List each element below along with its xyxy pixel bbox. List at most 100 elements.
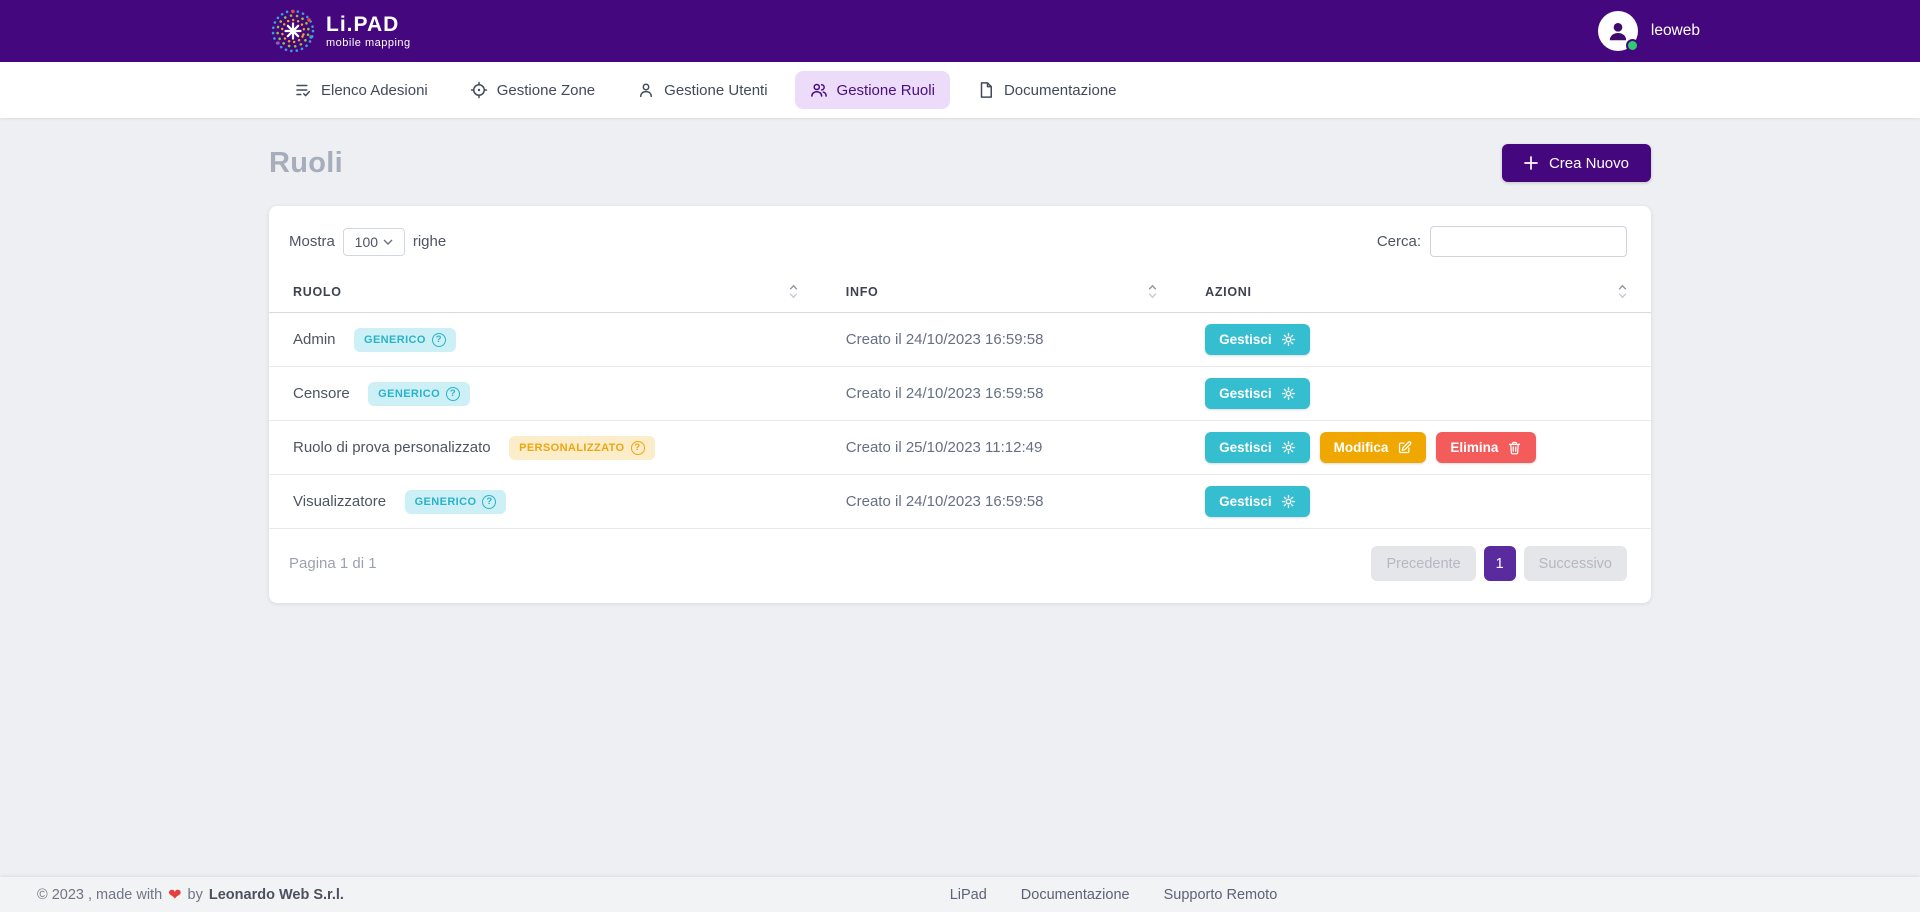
app-header: Li.PAD mobile mapping leoweb <box>0 0 1920 62</box>
footer-links: LiPad Documentazione Supporto Remoto <box>344 887 1883 903</box>
role-badge-label: PERSONALIZZATO <box>519 442 624 454</box>
main-nav: Elenco Adesioni Gestione Zone Gestione U… <box>0 62 1920 118</box>
role-badge[interactable]: PERSONALIZZATO ? <box>509 436 654 460</box>
gestisci-button[interactable]: Gestisci <box>1205 486 1310 517</box>
logo-title: Li.PAD <box>326 14 411 35</box>
page-size-select[interactable]: 100 <box>343 228 405 256</box>
copyright: © 2023 , made with ❤ by Leonardo Web S.r… <box>37 885 344 905</box>
online-status-dot <box>1626 39 1639 52</box>
sort-icon[interactable] <box>1148 284 1157 299</box>
company-name: Leonardo Web S.r.l. <box>209 887 344 903</box>
nav-label: Documentazione <box>1004 82 1117 99</box>
table-body: Admin GENERICO ? Creato il 24/10/2023 16… <box>269 313 1651 529</box>
role-badge-label: GENERICO <box>364 334 426 346</box>
role-badge[interactable]: GENERICO ? <box>368 382 470 406</box>
column-header-ruolo[interactable]: RUOLO <box>269 271 822 313</box>
logo-text: Li.PAD mobile mapping <box>326 14 411 49</box>
next-page-button[interactable]: Successivo <box>1524 546 1627 581</box>
table-row: Ruolo di prova personalizzato PERSONALIZ… <box>269 421 1651 475</box>
help-icon: ? <box>446 387 460 401</box>
role-badge[interactable]: GENERICO ? <box>405 490 507 514</box>
table-row: Censore GENERICO ? Creato il 24/10/2023 … <box>269 367 1651 421</box>
role-name: Visualizzatore <box>293 493 386 510</box>
document-icon <box>977 81 995 99</box>
help-icon: ? <box>631 441 645 455</box>
app-logo: Li.PAD mobile mapping <box>270 8 411 54</box>
nav-item-gestione-utenti[interactable]: Gestione Utenti <box>622 71 782 109</box>
nav-label: Elenco Adesioni <box>321 82 428 99</box>
row-actions: Gestisci <box>1181 367 1651 421</box>
footer-link-lipad[interactable]: LiPad <box>950 887 987 903</box>
user-icon <box>637 81 655 99</box>
footer-link-supporto-remoto[interactable]: Supporto Remoto <box>1164 887 1278 903</box>
modifica-button[interactable]: Modifica <box>1320 432 1427 463</box>
pagination: Pagina 1 di 1 Precedente 1 Successivo <box>269 529 1651 591</box>
role-badge[interactable]: GENERICO ? <box>354 328 456 352</box>
page-size-control: Mostra 100 righe <box>289 228 446 256</box>
role-badge-label: GENERICO <box>415 496 477 508</box>
app-footer: © 2023 , made with ❤ by Leonardo Web S.r… <box>0 877 1920 912</box>
target-icon <box>470 81 488 99</box>
row-actions: Gestisci Modifica Elimina <box>1181 421 1651 475</box>
nav-label: Gestione Ruoli <box>837 82 935 99</box>
list-check-icon <box>294 81 312 99</box>
main-content: Ruoli Crea Nuovo Mostra 100 righe Cerca: <box>269 144 1651 603</box>
nav-item-gestione-zone[interactable]: Gestione Zone <box>455 71 610 109</box>
current-page-button[interactable]: 1 <box>1484 546 1516 581</box>
logo-starburst-icon <box>270 8 316 54</box>
chevron-down-icon <box>383 239 393 245</box>
pagination-info: Pagina 1 di 1 <box>289 555 377 572</box>
search-control: Cerca: <box>1377 226 1627 257</box>
row-info: Creato il 24/10/2023 16:59:58 <box>822 313 1181 367</box>
gear-icon <box>1281 332 1296 347</box>
role-name: Censore <box>293 385 350 402</box>
gestisci-button[interactable]: Gestisci <box>1205 378 1310 409</box>
footer-link-documentazione[interactable]: Documentazione <box>1021 887 1130 903</box>
column-header-info[interactable]: INFO <box>822 271 1181 313</box>
action-label: Gestisci <box>1219 440 1272 455</box>
action-label: Modifica <box>1334 440 1389 455</box>
avatar <box>1598 11 1638 51</box>
row-info: Creato il 24/10/2023 16:59:58 <box>822 475 1181 529</box>
row-info: Creato il 24/10/2023 16:59:58 <box>822 367 1181 421</box>
column-label: AZIONI <box>1205 285 1252 299</box>
help-icon: ? <box>432 333 446 347</box>
crea-nuovo-label: Crea Nuovo <box>1549 155 1629 172</box>
logo-subtitle: mobile mapping <box>326 37 411 49</box>
sort-icon[interactable] <box>1618 284 1627 299</box>
sort-icon[interactable] <box>789 284 798 299</box>
nav-item-documentazione[interactable]: Documentazione <box>962 71 1132 109</box>
page-size-value: 100 <box>355 234 378 250</box>
nav-item-elenco-adesioni[interactable]: Elenco Adesioni <box>279 71 443 109</box>
help-icon: ? <box>482 495 496 509</box>
edit-icon <box>1397 440 1412 455</box>
crea-nuovo-button[interactable]: Crea Nuovo <box>1502 144 1651 182</box>
nav-label: Gestione Zone <box>497 82 595 99</box>
action-label: Gestisci <box>1219 494 1272 509</box>
gear-icon <box>1281 386 1296 401</box>
gestisci-button[interactable]: Gestisci <box>1205 432 1310 463</box>
trash-icon <box>1507 440 1522 455</box>
rows-label: righe <box>413 233 446 250</box>
previous-page-button[interactable]: Precedente <box>1371 546 1475 581</box>
row-actions: Gestisci <box>1181 313 1651 367</box>
search-input[interactable] <box>1430 226 1627 257</box>
gear-icon <box>1281 440 1296 455</box>
copyright-text: © 2023 , made with <box>37 887 162 903</box>
roles-table: RUOLO INFO <box>269 271 1651 529</box>
gear-icon <box>1281 494 1296 509</box>
table-row: Admin GENERICO ? Creato il 24/10/2023 16… <box>269 313 1651 367</box>
gestisci-button[interactable]: Gestisci <box>1205 324 1310 355</box>
nav-label: Gestione Utenti <box>664 82 767 99</box>
action-label: Gestisci <box>1219 386 1272 401</box>
role-badge-label: GENERICO <box>378 388 440 400</box>
heart-icon: ❤ <box>168 885 181 905</box>
nav-item-gestione-ruoli[interactable]: Gestione Ruoli <box>795 71 950 109</box>
column-header-azioni[interactable]: AZIONI <box>1181 271 1651 313</box>
elimina-button[interactable]: Elimina <box>1436 432 1536 463</box>
users-icon <box>810 81 828 99</box>
search-label: Cerca: <box>1377 233 1421 250</box>
action-label: Gestisci <box>1219 332 1272 347</box>
row-info: Creato il 25/10/2023 11:12:49 <box>822 421 1181 475</box>
user-menu[interactable]: leoweb <box>1598 11 1700 51</box>
